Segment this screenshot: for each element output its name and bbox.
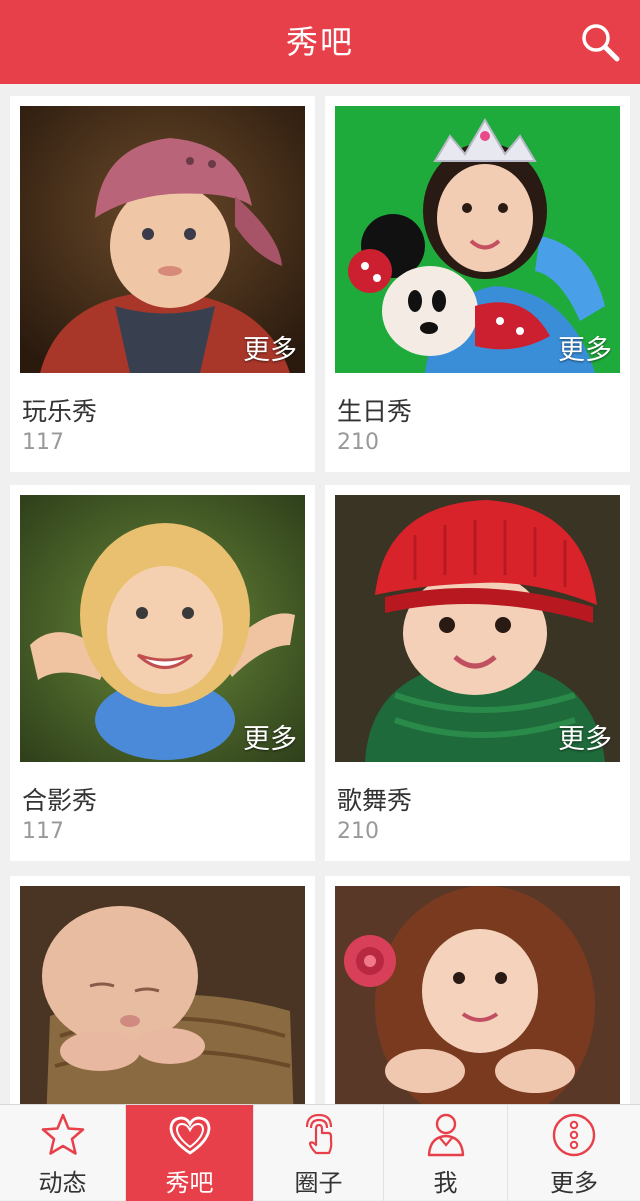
- tab-label: 秀吧: [165, 1169, 214, 1197]
- heart-icon: [166, 1111, 214, 1159]
- category-card[interactable]: [10, 876, 315, 1104]
- tab-feed[interactable]: 动态: [0, 1105, 126, 1201]
- category-name: 合影秀: [22, 786, 98, 815]
- category-photo[interactable]: [335, 886, 620, 1104]
- more-label[interactable]: 更多: [243, 328, 297, 367]
- category-card-birthday[interactable]: 更多 生日秀 210: [325, 96, 630, 472]
- tab-more[interactable]: 更多: [508, 1105, 640, 1201]
- category-name: 歌舞秀: [337, 786, 413, 815]
- more-dots-icon: [550, 1111, 598, 1159]
- category-card-song-dance[interactable]: 更多 歌舞秀 210: [325, 485, 630, 861]
- tab-me[interactable]: 我: [384, 1105, 508, 1201]
- tab-label: 动态: [38, 1169, 87, 1197]
- more-label[interactable]: 更多: [558, 717, 612, 756]
- category-count: 117: [22, 819, 64, 844]
- more-label[interactable]: 更多: [243, 717, 297, 756]
- category-photo[interactable]: 更多: [335, 495, 620, 762]
- category-photo[interactable]: 更多: [20, 495, 305, 762]
- tab-label: 更多: [550, 1169, 598, 1197]
- category-photo[interactable]: 更多: [20, 106, 305, 373]
- category-photo[interactable]: 更多: [335, 106, 620, 373]
- tab-showbar[interactable]: 秀吧: [126, 1105, 254, 1201]
- category-photo[interactable]: [20, 886, 305, 1104]
- category-count: 210: [337, 430, 379, 455]
- person-icon: [422, 1111, 470, 1159]
- tab-circle[interactable]: 圈子: [254, 1105, 384, 1201]
- top-bar: 秀吧: [0, 0, 640, 84]
- category-card[interactable]: [325, 876, 630, 1104]
- more-label[interactable]: 更多: [558, 328, 612, 367]
- tab-label: 圈子: [294, 1169, 343, 1197]
- category-grid: 更多 玩乐秀 117 更多 生日秀 210 更多 合影秀 117 更多 歌舞秀 …: [0, 84, 640, 1104]
- category-count: 117: [22, 430, 64, 455]
- page-title: 秀吧: [285, 23, 354, 61]
- category-card-play[interactable]: 更多 玩乐秀 117: [10, 96, 315, 472]
- search-icon[interactable]: [578, 20, 622, 64]
- star-icon: [39, 1111, 87, 1159]
- category-name: 生日秀: [337, 397, 413, 426]
- tab-label: 我: [433, 1169, 458, 1197]
- category-count: 210: [337, 819, 379, 844]
- category-name: 玩乐秀: [22, 397, 98, 426]
- touch-icon: [295, 1111, 343, 1159]
- bottom-tab-bar: 动态 秀吧 圈子 我 更多: [0, 1104, 640, 1201]
- category-card-group-photo[interactable]: 更多 合影秀 117: [10, 485, 315, 861]
